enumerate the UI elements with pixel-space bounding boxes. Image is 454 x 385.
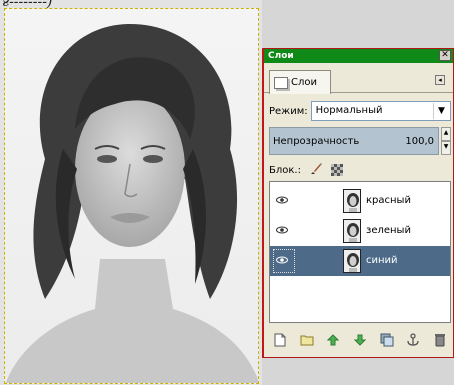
new-layer-icon[interactable] [273,333,287,347]
mode-select[interactable]: Нормальный ▼ [310,101,451,121]
tab-menu-icon[interactable]: ◂ [435,75,445,85]
layer-thumbnail [343,189,361,213]
opacity-spinner[interactable]: ▲ ▼ [441,127,451,155]
layer-row-selected[interactable]: синий [270,246,450,276]
layer-name: синий [366,255,398,266]
layer-row[interactable]: красный [270,186,450,216]
dock-tab-row: Слои ◂ [264,65,453,94]
lock-pixels-icon[interactable] [309,162,323,179]
eye-icon[interactable] [276,196,288,204]
opacity-value: 100,0 [405,136,434,147]
opacity-slider[interactable]: Непрозрачность 100,0 [269,127,439,155]
spin-up-icon[interactable]: ▲ [441,127,451,141]
opacity-row: Непрозрачность 100,0 ▲ ▼ [269,127,451,155]
raise-layer-icon[interactable] [326,333,340,347]
layer-name: красный [366,195,411,206]
image-canvas-area: ғ--------) [0,0,262,385]
anchor-layer-icon[interactable] [406,333,420,347]
image-canvas[interactable] [4,8,259,384]
layers-dock: Слои ✕ Слои ◂ Режим: Нормальный ▼ Непроз… [262,48,454,358]
mode-value: Нормальный [315,105,383,116]
eye-icon[interactable] [276,226,288,234]
tab-layers-label: Слои [291,77,317,88]
layers-icon [274,76,288,89]
dock-title: Слои [268,51,294,61]
layer-name: зеленый [366,225,411,236]
layer-list: красный зеленый синий [269,181,451,323]
opacity-label: Непрозрачность [273,136,360,147]
lock-alpha-icon[interactable] [330,164,343,176]
chevron-down-icon[interactable]: ▼ [433,103,449,119]
layers-toolbar [269,331,451,349]
eye-icon[interactable] [276,256,288,264]
lock-row: Блок.: [269,161,451,179]
portrait-image [5,9,258,383]
new-layer-group-icon[interactable] [300,333,314,347]
lower-layer-icon[interactable] [353,333,367,347]
mode-row: Режим: Нормальный ▼ [269,101,451,121]
layer-thumbnail [343,249,361,273]
dock-titlebar[interactable]: Слои ✕ [264,49,453,63]
lock-label: Блок.: [269,164,301,176]
layer-thumbnail [343,219,361,243]
brush-icon [310,162,322,174]
spin-down-icon[interactable]: ▼ [441,141,451,155]
tab-layers[interactable]: Слои [269,70,331,94]
layer-row[interactable]: зеленый [270,216,450,246]
mode-label: Режим: [269,105,308,117]
duplicate-layer-icon[interactable] [380,333,394,347]
delete-layer-icon[interactable] [433,333,447,347]
close-icon[interactable]: ✕ [439,50,451,61]
